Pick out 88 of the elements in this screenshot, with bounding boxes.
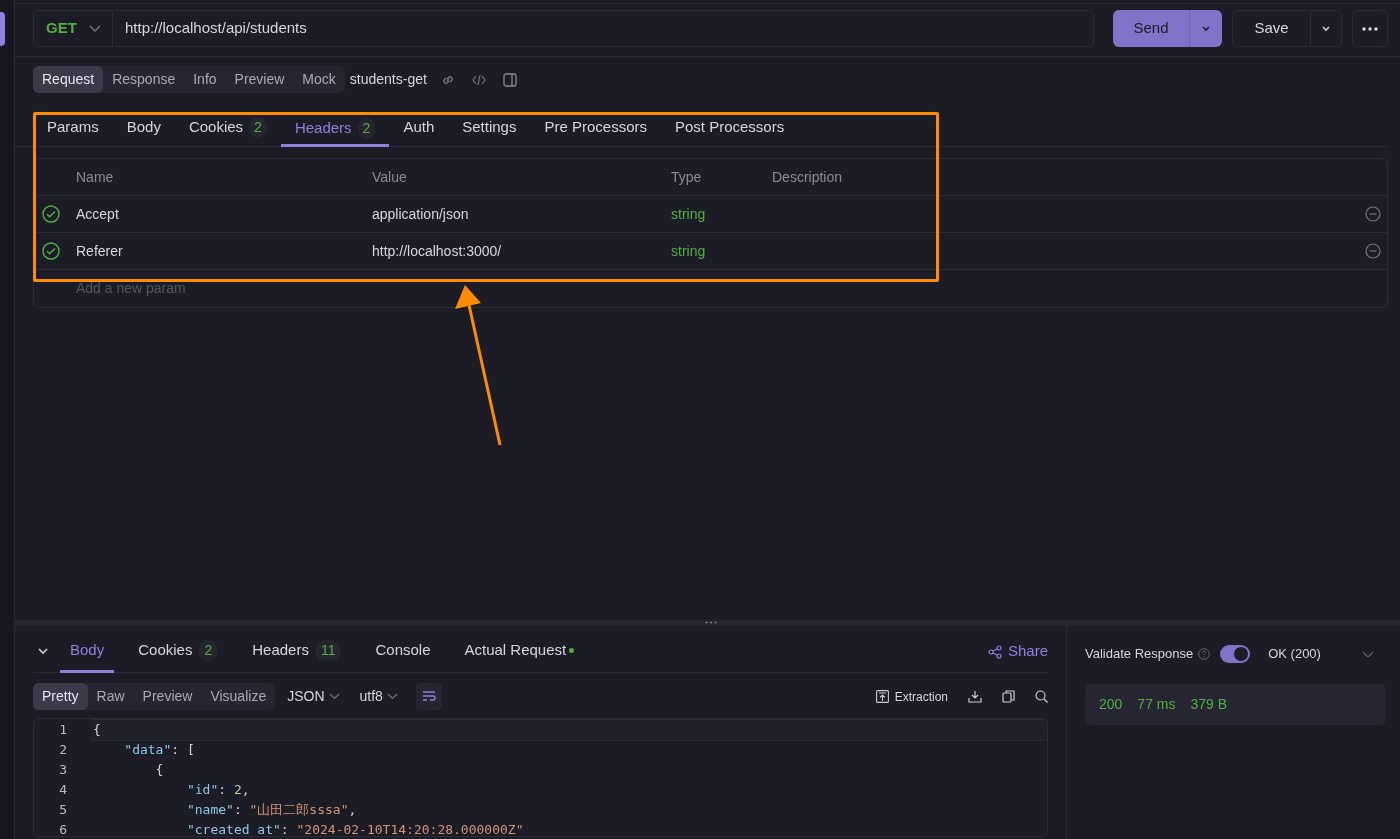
column-header: Value bbox=[372, 168, 407, 185]
remove-icon[interactable] bbox=[1365, 243, 1381, 259]
code-line: "id": 2, bbox=[185, 781, 251, 799]
response-size: 379 B bbox=[1190, 695, 1228, 714]
share-button[interactable]: Share bbox=[987, 640, 1048, 663]
url-text: http://localhost/api/students bbox=[124, 18, 307, 39]
help-icon[interactable] bbox=[1198, 648, 1211, 660]
section-tab[interactable]: Auth bbox=[389, 112, 449, 146]
count-badge: 2 bbox=[198, 639, 219, 661]
format-tab[interactable]: Pretty bbox=[33, 683, 88, 710]
chevron-down-icon bbox=[1202, 25, 1210, 32]
table-cell: Referer bbox=[76, 242, 123, 259]
format-tab[interactable]: Visualize bbox=[201, 683, 276, 710]
extraction-button[interactable]: Extraction bbox=[875, 687, 948, 706]
column-header: Type bbox=[671, 168, 702, 185]
view-tab[interactable]: Info bbox=[184, 66, 226, 93]
code-editor[interactable]: 1 2 3 4 5 6 { "data": [ { "id": 2, "name": "山田二郎sssa", "created_at": "2024-02-10T14:20:28.000000Z" bbox=[33, 718, 1048, 837]
chevron-down-icon bbox=[328, 693, 340, 700]
table-cell: string bbox=[671, 205, 706, 222]
search-icon[interactable] bbox=[1035, 690, 1048, 703]
validate-toggle[interactable] bbox=[1220, 645, 1251, 663]
table-cell: application/json bbox=[372, 205, 469, 222]
code-line: "name": "山田二郎sssa", bbox=[185, 801, 358, 819]
method-select[interactable]: GET bbox=[34, 11, 113, 46]
line-number: 3 bbox=[59, 762, 67, 777]
output-tab[interactable]: Actual Request bbox=[454, 631, 585, 672]
output-tab[interactable]: Console bbox=[365, 631, 441, 672]
panel-icon[interactable] bbox=[502, 72, 517, 87]
section-tab[interactable]: Params bbox=[33, 112, 113, 146]
output-tab[interactable]: Body bbox=[60, 631, 115, 673]
chevron-down-icon bbox=[1322, 25, 1330, 32]
count-badge: 11 bbox=[314, 639, 342, 661]
url-field[interactable]: GET http://localhost/api/students bbox=[33, 10, 1094, 47]
encoding-select[interactable]: utf8 bbox=[359, 686, 398, 707]
section-tab[interactable]: Post Processors bbox=[661, 112, 799, 146]
request-name: students-get bbox=[349, 70, 427, 89]
line-number: 4 bbox=[59, 782, 67, 797]
status-select[interactable]: OK (200) bbox=[1268, 644, 1321, 664]
share-icon bbox=[987, 644, 1002, 659]
view-tab[interactable]: Request bbox=[33, 66, 104, 93]
table-cell: http://localhost:3000/ bbox=[372, 242, 502, 259]
output-tab[interactable]: Cookies 2 bbox=[128, 631, 229, 672]
column-header: Name bbox=[76, 168, 114, 185]
view-tab[interactable]: Preview bbox=[225, 66, 294, 93]
count-badge: 2 bbox=[249, 117, 267, 138]
view-tab[interactable]: Mock bbox=[293, 66, 345, 93]
extract-icon bbox=[875, 690, 889, 703]
code-line: "created_at": "2024-02-10T14:20:28.000000Z" bbox=[185, 821, 525, 836]
view-tab[interactable]: Response bbox=[103, 66, 185, 93]
method-label: GET bbox=[46, 18, 77, 39]
remove-icon[interactable] bbox=[1365, 206, 1381, 222]
send-button[interactable]: Send bbox=[1113, 10, 1222, 47]
table-cell: Accept bbox=[76, 205, 119, 222]
count-badge: 2 bbox=[357, 117, 376, 139]
section-tab[interactable]: Pre Processors bbox=[530, 112, 661, 146]
download-icon[interactable] bbox=[968, 690, 982, 703]
code-icon[interactable] bbox=[471, 73, 486, 86]
line-number: 1 bbox=[59, 722, 67, 737]
sidebar-indicator bbox=[0, 12, 5, 46]
chevron-down-icon bbox=[386, 693, 398, 700]
copy-icon[interactable] bbox=[1002, 690, 1015, 703]
code-line: "data": [ bbox=[123, 741, 196, 759]
line-number: 6 bbox=[59, 822, 67, 836]
code-line: { bbox=[154, 761, 165, 779]
table-cell: string bbox=[671, 242, 706, 259]
wrap-lines-icon bbox=[421, 691, 436, 702]
format-select[interactable]: JSON bbox=[287, 686, 340, 707]
section-tab[interactable]: Headers 2 bbox=[280, 112, 390, 147]
status-code: 200 bbox=[1099, 695, 1123, 714]
output-tab[interactable]: Headers 11 bbox=[242, 631, 352, 672]
section-tab[interactable]: Settings bbox=[448, 112, 531, 146]
line-number: 5 bbox=[59, 802, 67, 817]
line-number: 2 bbox=[59, 742, 67, 757]
format-tab[interactable]: Preview bbox=[133, 683, 202, 710]
column-header: Description bbox=[772, 168, 843, 185]
check-circle-icon[interactable] bbox=[42, 205, 60, 223]
wrap-button[interactable] bbox=[415, 683, 442, 710]
section-tab[interactable]: Body bbox=[112, 112, 175, 146]
drag-handle-icon[interactable] bbox=[705, 621, 717, 624]
save-button[interactable]: Save bbox=[1232, 10, 1342, 47]
format-tab[interactable]: Raw bbox=[87, 683, 134, 710]
more-button[interactable] bbox=[1352, 10, 1388, 47]
chevron-down-icon bbox=[88, 24, 101, 33]
more-icon bbox=[1362, 26, 1378, 31]
section-tab[interactable]: Cookies 2 bbox=[174, 112, 281, 146]
response-time: 77 ms bbox=[1137, 695, 1176, 714]
check-circle-icon[interactable] bbox=[42, 242, 60, 260]
validate-label: Validate Response bbox=[1085, 645, 1194, 664]
